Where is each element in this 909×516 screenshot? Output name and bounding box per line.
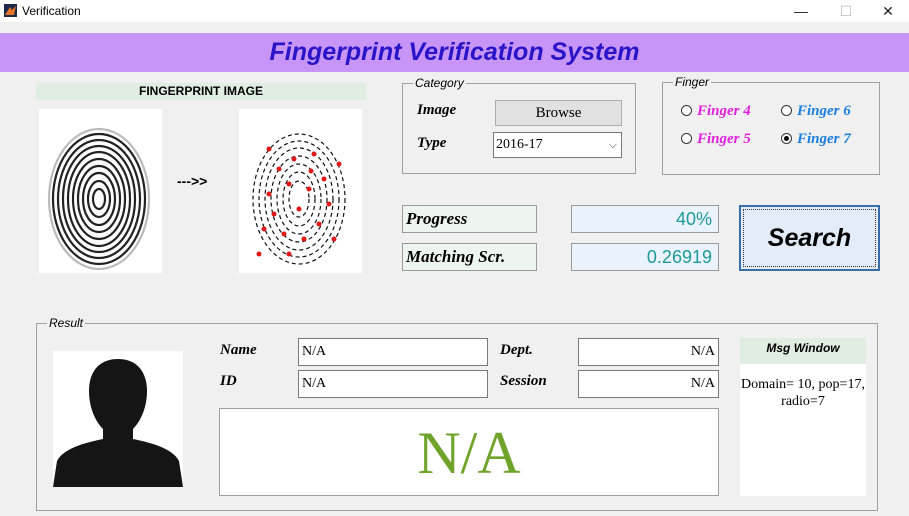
window-title: Verification xyxy=(22,4,81,18)
fingerprint-image xyxy=(39,109,162,273)
fingerprint-image-header: FINGERPRINT IMAGE xyxy=(36,83,366,100)
category-group-label: Category xyxy=(413,76,466,90)
result-display: N/A xyxy=(219,408,719,496)
banner: Fingerprint Verification System xyxy=(0,33,909,72)
progress-label: Progress xyxy=(402,205,537,233)
msg-window-text: Domain= 10, pop=17, radio=7 xyxy=(740,364,866,496)
session-field[interactable]: N/A xyxy=(578,370,719,398)
finger-7-label: Finger 7 xyxy=(797,131,851,147)
id-field[interactable]: N/A xyxy=(298,370,488,398)
app-title: Fingerprint Verification System xyxy=(269,38,640,66)
name-field[interactable]: N/A xyxy=(298,338,488,366)
finger-group: Finger xyxy=(662,75,880,175)
dept-label: Dept. xyxy=(500,342,533,358)
matlab-app-icon xyxy=(4,4,17,17)
session-label: Session xyxy=(500,373,547,389)
browse-button[interactable]: Browse xyxy=(495,100,622,126)
maximize-button[interactable]: ☐ xyxy=(824,0,868,22)
arrow-text: --->> xyxy=(177,173,208,189)
finger-5-radio[interactable] xyxy=(681,133,692,144)
image-label: Image xyxy=(417,102,457,118)
search-button[interactable]: Search xyxy=(739,205,880,271)
close-button[interactable]: ✕ xyxy=(866,0,909,22)
minimize-button[interactable]: — xyxy=(779,0,823,22)
person-silhouette-icon xyxy=(53,351,183,487)
type-select[interactable]: 2016-17 ⌵ xyxy=(493,132,622,158)
progress-value: 40% xyxy=(571,205,719,233)
category-group: Category xyxy=(402,76,636,174)
name-label: Name xyxy=(220,342,257,358)
dept-field[interactable]: N/A xyxy=(578,338,719,366)
finger-6-radio[interactable] xyxy=(781,105,792,116)
finger-4-label: Finger 4 xyxy=(697,103,751,119)
finger-5-label: Finger 5 xyxy=(697,131,751,147)
minutiae-image xyxy=(239,109,362,273)
matching-score-label: Matching Scr. xyxy=(402,243,537,271)
result-display-value: N/A xyxy=(417,420,521,486)
type-select-value: 2016-17 xyxy=(496,137,543,152)
finger-4-radio[interactable] xyxy=(681,105,692,116)
msg-window-header: Msg Window xyxy=(740,338,866,364)
result-group-label: Result xyxy=(47,316,86,330)
finger-group-label: Finger xyxy=(673,75,712,89)
title-bar: Verification — ☐ ✕ xyxy=(0,0,909,22)
id-label: ID xyxy=(220,373,237,389)
finger-7-radio[interactable] xyxy=(781,133,792,144)
type-label: Type xyxy=(417,135,447,151)
chevron-down-icon[interactable]: ⌵ xyxy=(609,133,617,157)
finger-6-label: Finger 6 xyxy=(797,103,851,119)
matching-score-value: 0.26919 xyxy=(571,243,719,271)
